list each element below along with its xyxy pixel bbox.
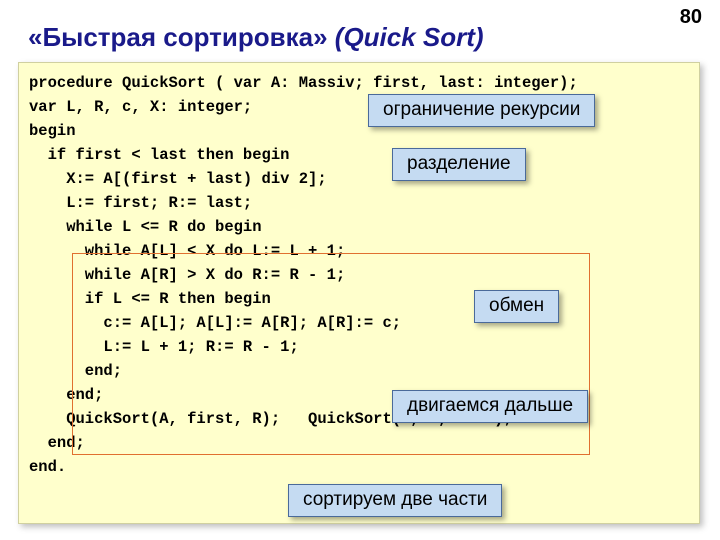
callout-sort-two: сортируем две части [288,484,502,517]
callout-partition: разделение [392,148,526,181]
code-panel: procedure QuickSort ( var A: Massiv; fir… [18,62,700,524]
callout-move-on: двигаемся дальше [392,390,588,423]
callout-recursion-limit: ограничение рекурсии [368,94,595,127]
title-en: (Quick Sort) [335,22,484,52]
page-title: «Быстрая сортировка» (Quick Sort) [28,22,484,53]
page-number: 80 [680,6,702,29]
title-ru: «Быстрая сортировка» [28,22,335,52]
callout-swap: обмен [474,290,559,323]
